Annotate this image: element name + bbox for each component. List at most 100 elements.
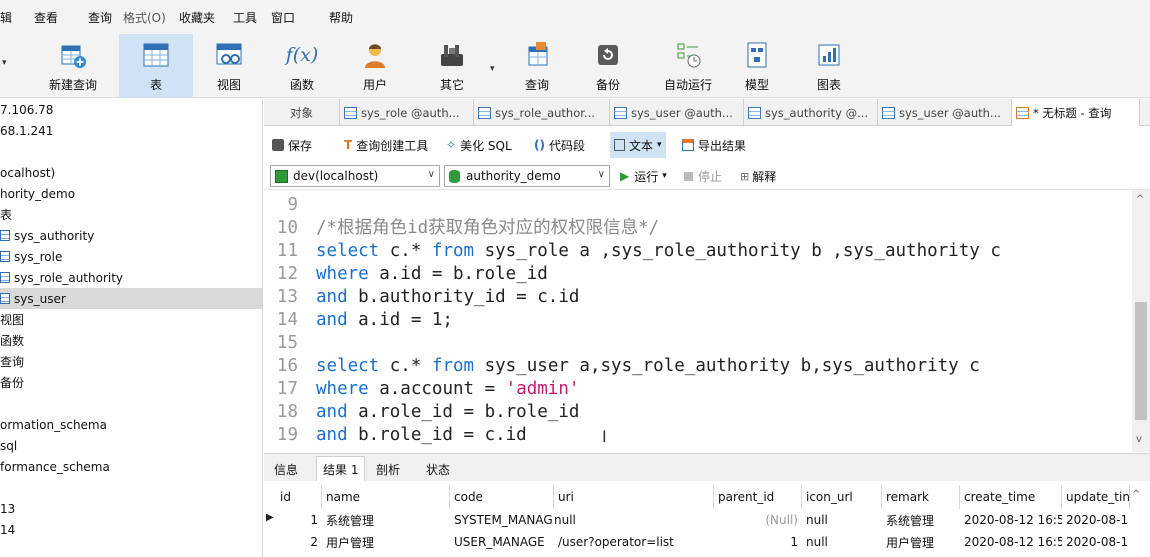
tab-sys-user-2[interactable]: sys_user @auth... — [878, 99, 1012, 126]
table-cell[interactable]: 2020-08-12 16:5 — [960, 531, 1062, 553]
table-cell[interactable]: 2020-08-1 — [1062, 531, 1130, 553]
run-button[interactable]: ▶ 运行 ▾ — [620, 163, 667, 189]
table-cell[interactable]: null — [554, 509, 714, 531]
scrollbar-thumb[interactable] — [1135, 302, 1147, 420]
snippet-button[interactable]: () 代码段 — [534, 132, 585, 158]
menu-view[interactable]: 查看 — [34, 0, 58, 34]
view-icon — [213, 38, 245, 72]
query-builder-button[interactable]: T 查询创建工具 — [344, 132, 428, 158]
table-cell[interactable]: (Null) — [714, 509, 802, 531]
tree-database-mysql[interactable]: sql — [0, 435, 17, 456]
tree-backups-group[interactable]: 备份 — [0, 372, 24, 393]
beautify-sql-button[interactable]: ✧ 美化 SQL — [446, 132, 512, 158]
tree-table-sys-role[interactable]: sys_role — [0, 246, 62, 267]
table-cell[interactable]: 2020-08-12 16:5 — [960, 509, 1062, 531]
tree-connection[interactable]: 14 — [0, 519, 15, 540]
tree-table-sys-authority[interactable]: sys_authority — [0, 225, 94, 246]
save-button[interactable]: 保存 — [272, 132, 312, 158]
tab-sys-user[interactable]: sys_user @auth... — [610, 99, 744, 126]
tree-tables-group[interactable]: 表 — [0, 204, 12, 225]
table-cell[interactable]: 用户管理 — [322, 531, 450, 553]
tab-objects[interactable]: 对象 — [264, 99, 340, 126]
tree-database-authority-demo[interactable]: hority_demo — [0, 183, 75, 204]
menu-format[interactable]: 格式(O) — [123, 0, 166, 34]
explain-button[interactable]: ⊞ 解释 — [740, 163, 776, 189]
backup-button[interactable]: 备份 — [576, 34, 640, 98]
menu-help[interactable]: 帮助 — [329, 0, 353, 34]
query-button[interactable]: 查询 — [505, 34, 569, 98]
column-header-parent-id[interactable]: parent_id — [714, 485, 802, 509]
stop-button[interactable]: 停止 — [684, 163, 722, 189]
tree-queries-group[interactable]: 查询 — [0, 351, 24, 372]
automation-button[interactable]: 自动运行 — [651, 34, 725, 98]
table-cell[interactable]: null — [802, 509, 882, 531]
chevron-up-icon[interactable]: ^ — [1136, 194, 1144, 205]
tree-database-performance-schema[interactable]: formance_schema — [0, 456, 110, 477]
connection-toolbar: dev(localhost) ∨ authority_demo ∨ ▶ 运行 ▾… — [264, 162, 1150, 190]
function-button[interactable]: f(x) 函数 — [270, 34, 334, 98]
tab-sys-authority[interactable]: sys_authority @... — [744, 99, 878, 126]
tree-functions-group[interactable]: 函数 — [0, 330, 24, 351]
tree-table-sys-user[interactable]: sys_user — [0, 288, 262, 309]
menu-edit[interactable]: 辑 — [0, 0, 12, 34]
other-button[interactable]: 其它 — [420, 34, 484, 98]
tab-sys-role-authority[interactable]: sys_role_author... — [474, 99, 610, 126]
chevron-down-icon[interactable]: v — [1136, 434, 1142, 445]
text-mode-button[interactable]: 文本 ▾ — [610, 132, 666, 158]
table-cell[interactable]: null — [802, 531, 882, 553]
table-icon — [614, 106, 627, 119]
dropdown-arrow-icon[interactable]: ▾ — [2, 58, 7, 68]
code-line: 10/*根据角色id获取角色对应的权权限信息*/ — [276, 218, 660, 238]
tree-connection-localhost[interactable]: ocalhost) — [0, 162, 55, 183]
tab-result-1[interactable]: 结果 1 — [316, 456, 366, 482]
table-cell[interactable]: 1 — [276, 509, 322, 531]
table-cell[interactable]: 1 — [714, 531, 802, 553]
table-cell[interactable]: 系统管理 — [882, 509, 960, 531]
new-query-button[interactable]: 新建查询 — [32, 34, 114, 98]
tree-database-information-schema[interactable]: ormation_schema — [0, 414, 107, 435]
sql-editor[interactable]: 9 10/*根据角色id获取角色对应的权权限信息*/ 11 select c.* … — [264, 190, 1132, 452]
model-button[interactable]: 模型 — [725, 34, 789, 98]
menu-favorites[interactable]: 收藏夹 — [179, 0, 215, 34]
tree-connection[interactable]: 68.1.241 — [0, 120, 53, 141]
column-header-remark[interactable]: remark — [882, 485, 960, 509]
table-button[interactable]: 表 — [119, 34, 193, 98]
column-header-code[interactable]: code — [450, 485, 554, 509]
chevron-up-icon[interactable]: ^ — [1132, 489, 1140, 500]
tree-table-sys-role-authority[interactable]: sys_role_authority — [0, 267, 123, 288]
tree-views-group[interactable]: 视图 — [0, 309, 24, 330]
column-header-update-time[interactable]: update_tin — [1062, 485, 1130, 509]
menu-window[interactable]: 窗口 — [271, 0, 295, 34]
table-cell[interactable]: USER_MANAGE — [450, 531, 554, 553]
tab-info[interactable]: 信息 — [268, 456, 304, 482]
view-button[interactable]: 视图 — [197, 34, 261, 98]
tree-connection[interactable]: 7.106.78 — [0, 99, 53, 120]
table-cell[interactable]: 2 — [276, 531, 322, 553]
user-button[interactable]: 用户 — [343, 34, 407, 98]
export-results-button[interactable]: 导出结果 — [682, 132, 746, 158]
column-header-create-time[interactable]: create_time — [960, 485, 1062, 509]
table-cell[interactable]: 用户管理 — [882, 531, 960, 553]
menu-tools[interactable]: 工具 — [233, 0, 257, 34]
backup-icon — [592, 38, 624, 72]
column-header-icon-url[interactable]: icon_url — [802, 485, 882, 509]
table-cell[interactable]: SYSTEM_MANAG — [450, 509, 554, 531]
table-cell[interactable]: /user?operator=list — [554, 531, 714, 553]
column-header-uri[interactable]: uri — [554, 485, 714, 509]
tab-sys-role[interactable]: sys_role @auth... — [340, 99, 474, 126]
column-header-id[interactable]: id — [276, 485, 322, 509]
table-cell[interactable]: 2020-08-1 — [1062, 509, 1130, 531]
database-select[interactable]: authority_demo ∨ — [444, 165, 610, 187]
table-cell[interactable]: 系统管理 — [322, 509, 450, 531]
column-header-name[interactable]: name — [322, 485, 450, 509]
connection-select[interactable]: dev(localhost) ∨ — [270, 165, 440, 187]
editor-scrollbar[interactable]: ^ v — [1132, 190, 1150, 452]
tab-untitled-query[interactable]: * 无标题 - 查询 — [1012, 99, 1140, 126]
other-dropdown-icon[interactable]: ▾ — [490, 64, 495, 74]
chart-button[interactable]: 图表 — [797, 34, 861, 98]
tab-profile[interactable]: 剖析 — [370, 456, 406, 482]
table-icon — [478, 106, 491, 119]
menu-query[interactable]: 查询 — [88, 0, 112, 34]
tab-status[interactable]: 状态 — [420, 456, 456, 482]
tree-connection[interactable]: 13 — [0, 498, 15, 519]
